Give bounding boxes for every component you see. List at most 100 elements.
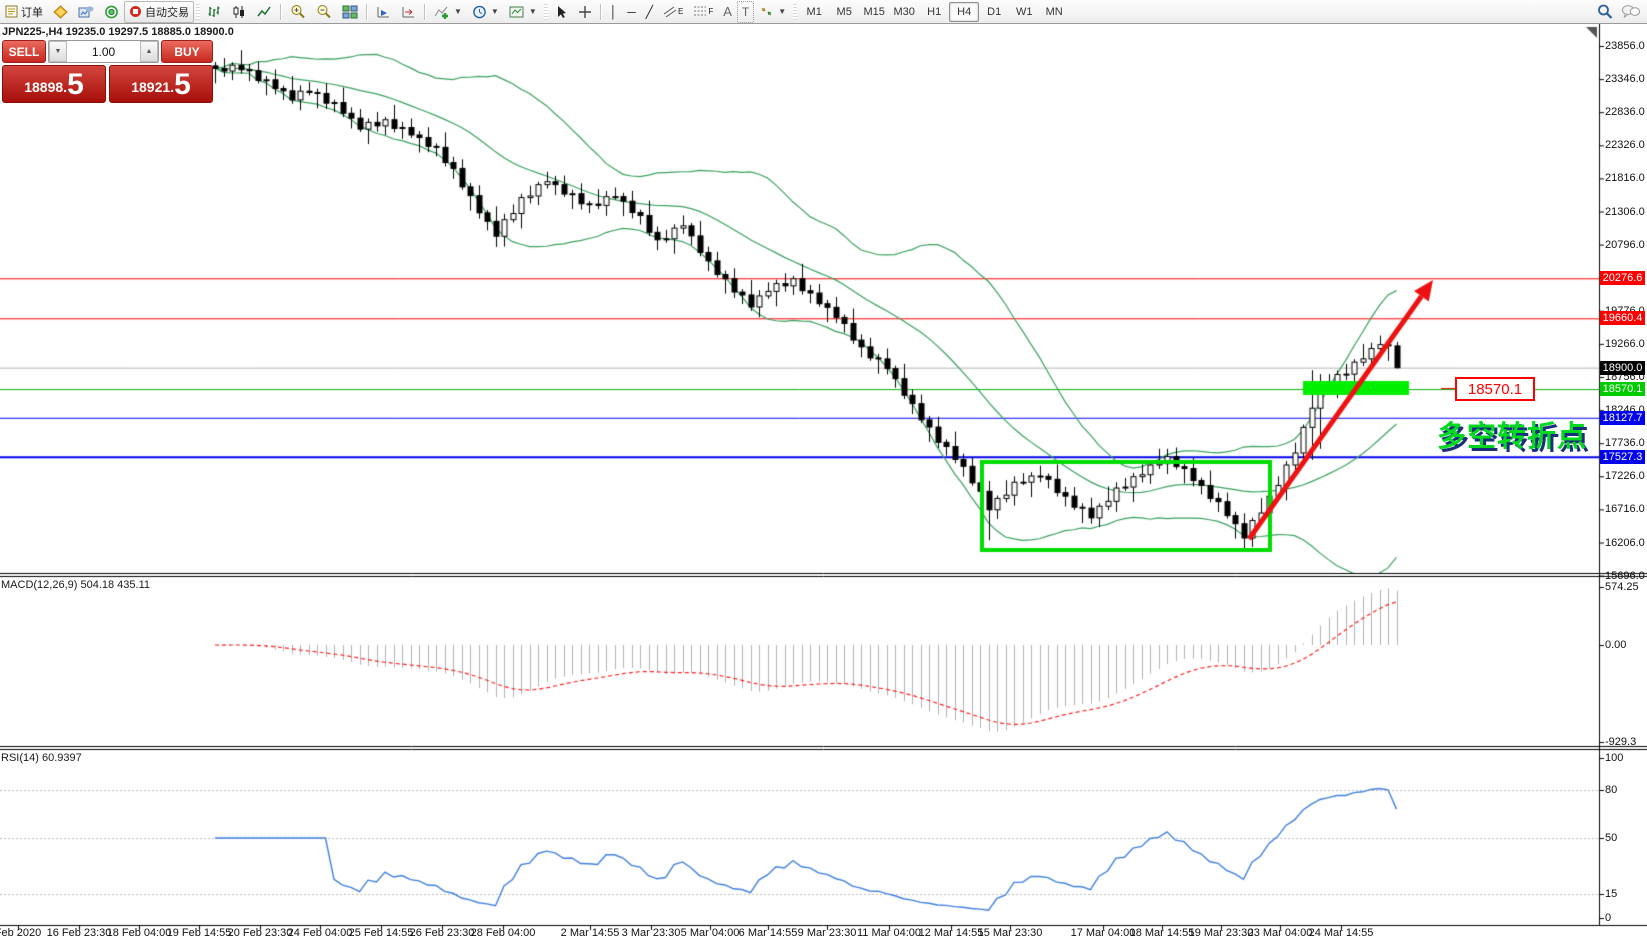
new-order-button[interactable]: 订单 xyxy=(0,1,48,23)
price-tick-label: 22836.0 xyxy=(1605,106,1645,118)
price-tick-label: 21816.0 xyxy=(1605,172,1645,184)
line-chart-button[interactable] xyxy=(252,1,277,23)
chat-icon[interactable] xyxy=(1621,4,1641,19)
timeframe-M5[interactable]: M5 xyxy=(829,2,859,22)
toolbar-separator xyxy=(424,4,426,20)
time-axis-label: 9 Mar 23:30 xyxy=(798,927,857,939)
timeframe-M30[interactable]: M30 xyxy=(889,2,919,22)
price-tick-label: 20796.0 xyxy=(1605,239,1645,251)
time-axis-label: 15 Mar 23:30 xyxy=(978,927,1043,939)
time-axis-label: 6 Mar 14:55 xyxy=(739,927,798,939)
chart-shift-button[interactable] xyxy=(371,1,396,23)
rsi-indicator-label: RSI(14) 60.9397 xyxy=(1,752,82,764)
line-chart-icon xyxy=(257,5,272,19)
level-price-tag: 18900.0 xyxy=(1600,361,1645,375)
chart-area[interactable] xyxy=(0,0,1647,940)
time-axis-label: 19 Feb 14:55 xyxy=(167,927,232,939)
sell-button[interactable]: SELL xyxy=(2,40,46,63)
dropdown-arrow-icon: ▼ xyxy=(491,7,499,16)
timeframe-W1[interactable]: W1 xyxy=(1009,2,1039,22)
price-tick-label: 23346.0 xyxy=(1605,73,1645,85)
timeframe-MN[interactable]: MN xyxy=(1039,2,1069,22)
zoom-out-button[interactable] xyxy=(311,1,337,23)
arrows-tool[interactable]: ▼ xyxy=(754,1,791,23)
search-icon[interactable] xyxy=(1597,4,1613,20)
vertical-line-tool[interactable]: │ xyxy=(605,1,623,23)
price-tick-label: 22326.0 xyxy=(1605,139,1645,151)
indicator-tick-label: 0 xyxy=(1605,912,1611,924)
toolbar-right-group xyxy=(1597,4,1641,20)
periods-clock-icon xyxy=(472,5,487,19)
volume-increase-button[interactable]: ▲ xyxy=(140,41,158,62)
trendline-tool[interactable]: ╱ xyxy=(641,1,658,23)
candlestick-chart-button[interactable] xyxy=(227,1,252,23)
timeframe-M15[interactable]: M15 xyxy=(859,2,889,22)
autotrading-button[interactable]: 自动交易 xyxy=(124,1,194,23)
price-tick-label: 16206.0 xyxy=(1605,537,1645,549)
price-tick-label: 23856.0 xyxy=(1605,40,1645,52)
volume-decrease-button[interactable]: ▼ xyxy=(49,41,67,62)
fibonacci-icon xyxy=(693,5,707,18)
metaeditor-icon xyxy=(53,5,68,19)
auto-scroll-button[interactable] xyxy=(396,1,421,23)
level-callout-18570[interactable]: 18570.1 xyxy=(1455,377,1535,401)
templates-icon xyxy=(509,5,525,19)
time-axis-label: 18 Feb 04:00 xyxy=(107,927,172,939)
toolbar: 订单 自动交易 xyxy=(0,0,1647,24)
time-axis-label: 16 Feb 23:30 xyxy=(47,927,112,939)
toolbar-grip xyxy=(793,4,797,20)
dropdown-arrow-icon: ▼ xyxy=(529,7,537,16)
time-axis-label: 5 Mar 04:00 xyxy=(681,927,740,939)
timeframe-D1[interactable]: D1 xyxy=(979,2,1009,22)
bid-big-digit: 5 xyxy=(67,70,84,100)
signals-button[interactable] xyxy=(99,1,124,23)
indicators-button[interactable]: ▼ xyxy=(429,1,467,23)
buy-button[interactable]: BUY xyxy=(161,40,213,63)
profiles-button[interactable] xyxy=(73,1,99,23)
zoom-in-button[interactable] xyxy=(285,1,311,23)
price-tick-label: 17736.0 xyxy=(1605,437,1645,449)
fibonacci-tool[interactable]: F xyxy=(688,1,718,23)
new-order-icon xyxy=(5,5,18,18)
text-label-tool[interactable]: T xyxy=(737,1,754,23)
chart-shift-icon xyxy=(376,5,391,19)
price-tick-label: 15696.0 xyxy=(1605,570,1645,582)
level-price-tag: 18127.7 xyxy=(1600,411,1645,425)
channel-tool[interactable]: E xyxy=(658,1,688,23)
crosshair-tool-button[interactable] xyxy=(573,1,597,23)
level-price-tag: 20276.6 xyxy=(1600,271,1645,285)
timeframe-H4[interactable]: H4 xyxy=(949,2,979,22)
level-price-tag: 18570.1 xyxy=(1600,382,1645,396)
time-axis-label: Feb 2020 xyxy=(0,927,41,939)
time-axis-label: 25 Feb 14:55 xyxy=(349,927,414,939)
bull-bear-turning-point-note[interactable]: 多空转折点 xyxy=(1437,413,1587,455)
autotrading-label: 自动交易 xyxy=(145,4,189,20)
time-axis-label: 23 Mar 04:00 xyxy=(1248,927,1313,939)
profiles-icon xyxy=(78,5,94,19)
toolbar-grip xyxy=(196,4,200,20)
timeframe-M1[interactable]: M1 xyxy=(799,2,829,22)
metaeditor-button[interactable] xyxy=(48,1,73,23)
time-axis-label: 11 Mar 04:00 xyxy=(857,927,921,939)
channel-icon xyxy=(663,5,677,18)
bid-main-digits: 18898 xyxy=(24,74,63,100)
cursor-tool-button[interactable] xyxy=(550,1,573,23)
bar-chart-button[interactable] xyxy=(202,1,227,23)
chart-title: JPN225-,H4 19235.0 19297.5 18885.0 18900… xyxy=(2,26,234,38)
crosshair-icon xyxy=(578,5,592,19)
toolbar-grip xyxy=(544,4,548,20)
tile-windows-button[interactable] xyxy=(337,1,363,23)
horizontal-line-tool[interactable]: ─ xyxy=(622,1,641,23)
templates-button[interactable]: ▼ xyxy=(504,1,542,23)
ask-price-display: 18921.5 xyxy=(109,65,213,103)
timeframe-H1[interactable]: H1 xyxy=(919,2,949,22)
signals-icon xyxy=(104,5,119,19)
macd-indicator-label: MACD(12,26,9) 504.18 435.11 xyxy=(1,579,150,591)
vertical-line-icon: │ xyxy=(610,6,618,18)
text-tool[interactable]: A xyxy=(718,1,737,23)
time-axis-label: 18 Mar 14:55 xyxy=(1130,927,1195,939)
price-tick-label: 16716.0 xyxy=(1605,503,1645,515)
periods-button[interactable]: ▼ xyxy=(467,1,504,23)
time-axis-label: 24 Mar 14:55 xyxy=(1309,927,1374,939)
volume-input[interactable]: 1.00 xyxy=(67,41,140,62)
